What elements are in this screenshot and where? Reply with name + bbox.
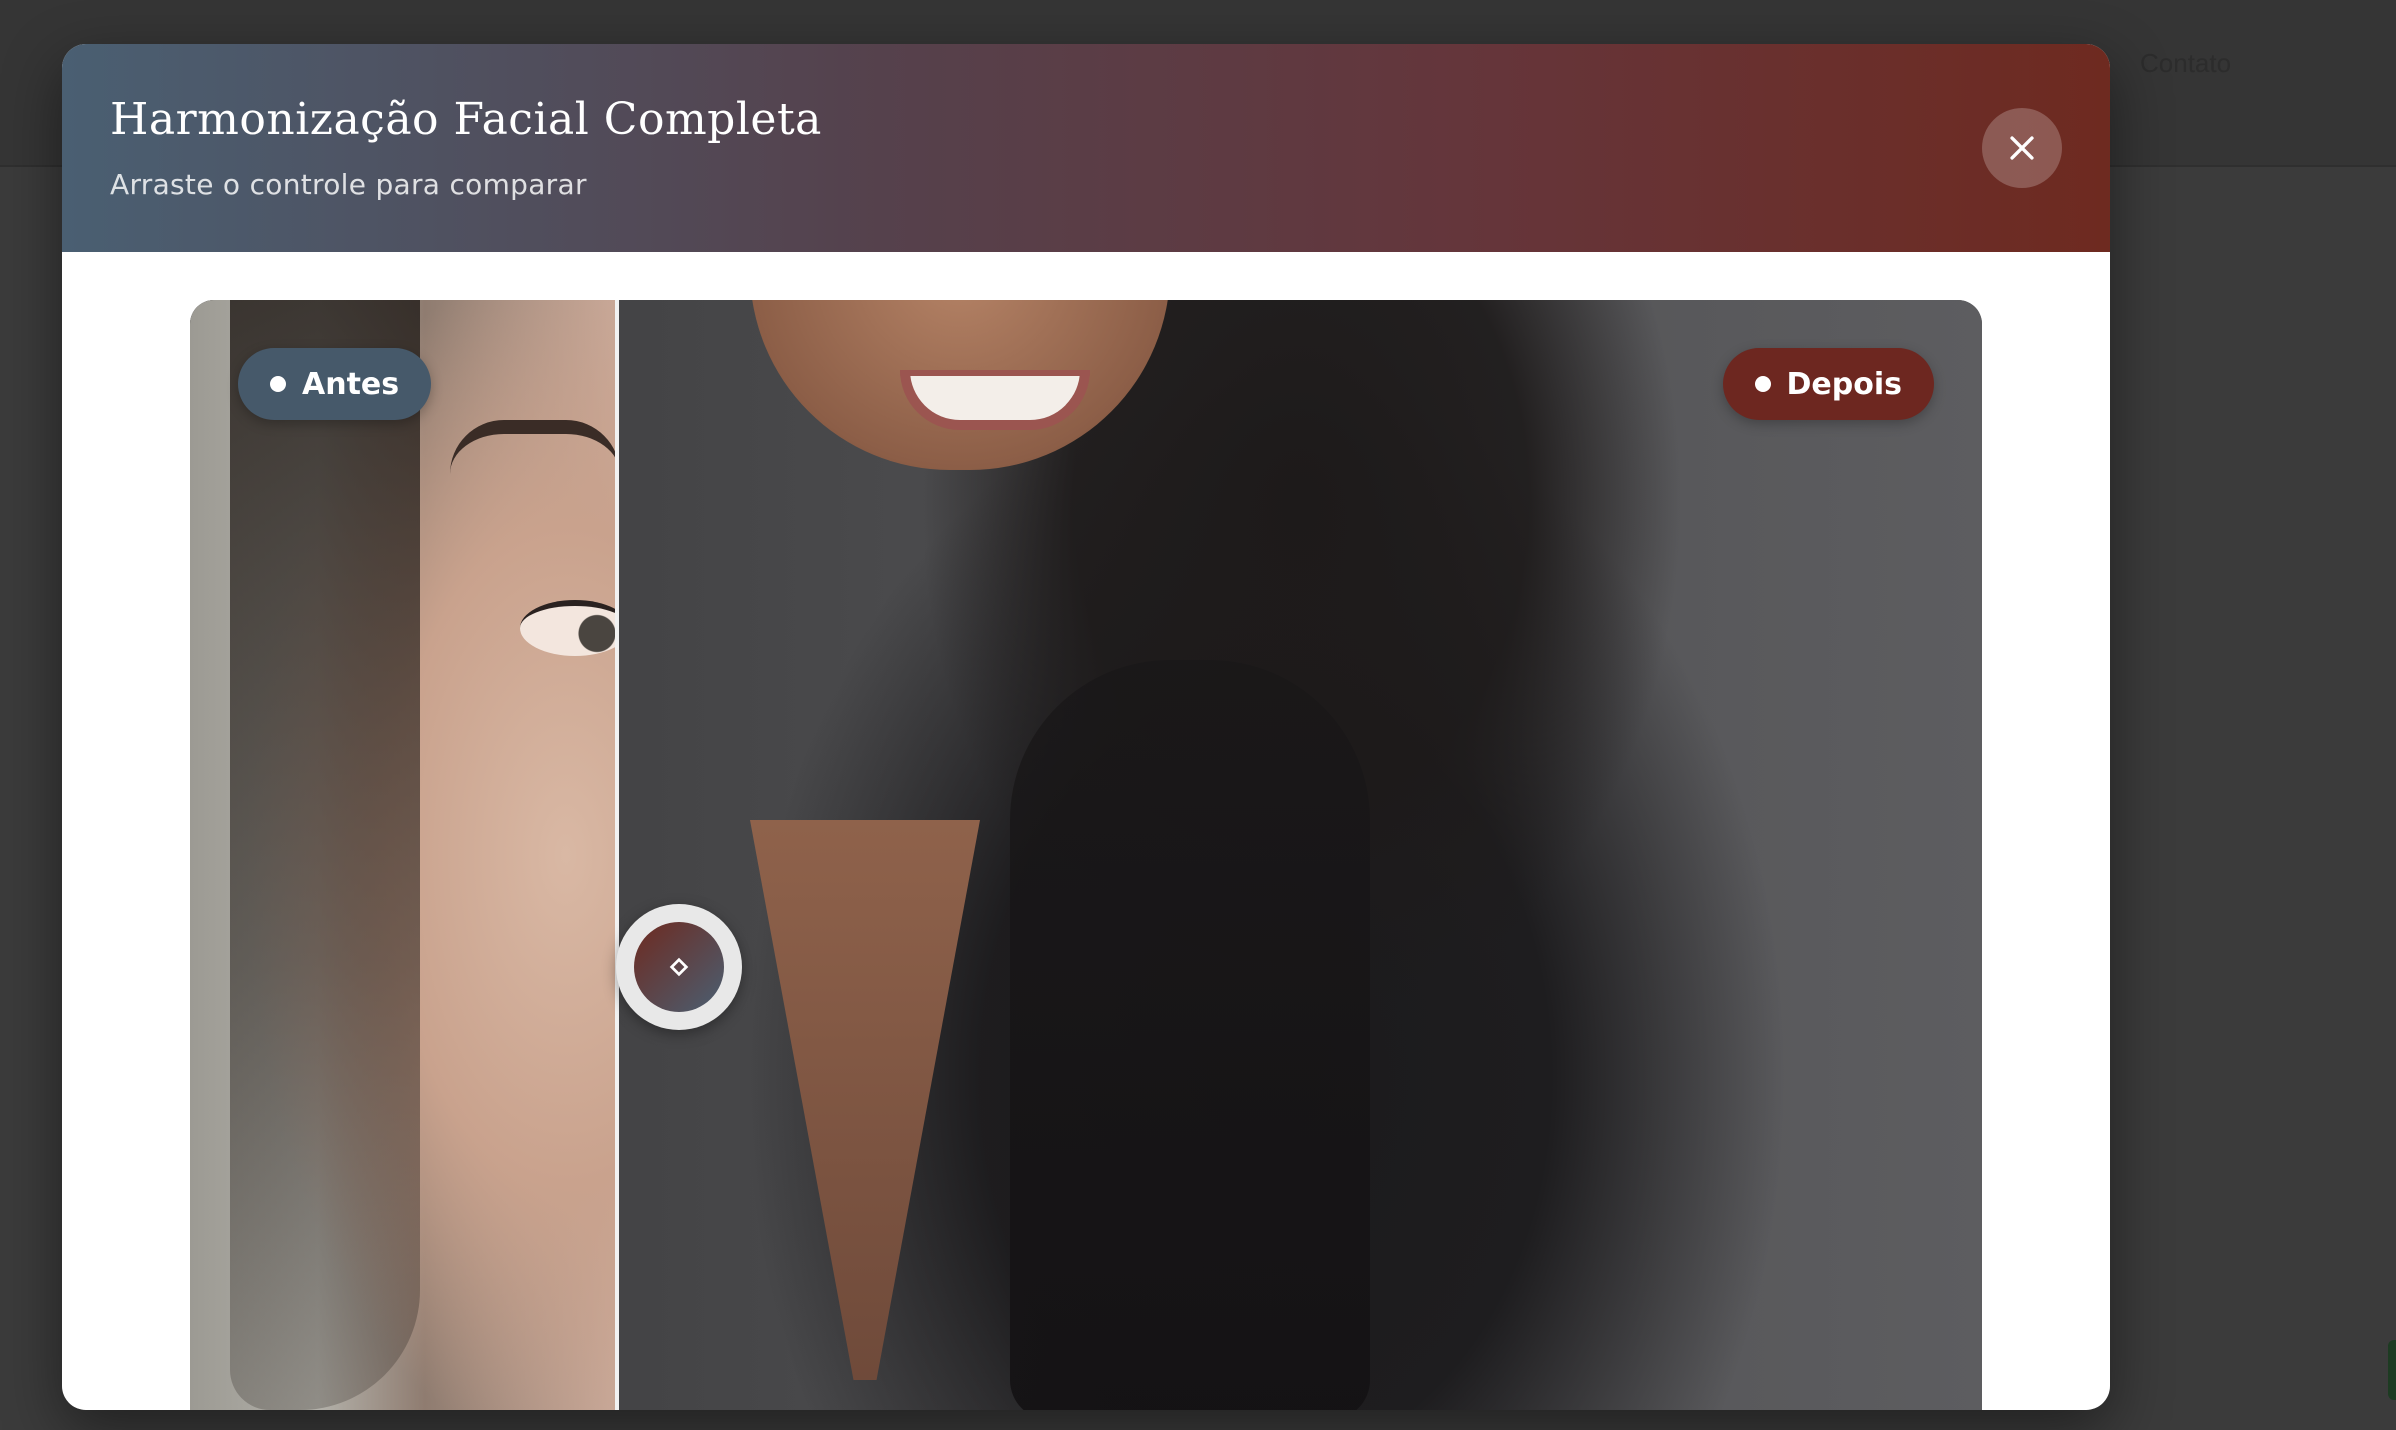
before-badge: Antes xyxy=(238,348,432,420)
before-eyebrow xyxy=(450,420,617,474)
diamond-icon xyxy=(669,957,689,977)
comparison-modal: Harmonização Facial Completa Arraste o c… xyxy=(62,44,2110,1410)
before-badge-label: Antes xyxy=(302,366,400,402)
before-eye xyxy=(520,600,617,656)
nav-link-contact: Contato xyxy=(2140,48,2232,78)
close-button[interactable] xyxy=(1982,108,2062,188)
after-sleeve xyxy=(1010,660,1370,1410)
slider-handle-core xyxy=(634,922,724,1012)
after-badge-label: Depois xyxy=(1786,366,1902,402)
modal-header: Harmonização Facial Completa Arraste o c… xyxy=(62,44,2110,252)
comparison-divider[interactable] xyxy=(615,300,619,1410)
after-badge: Depois xyxy=(1722,348,1934,420)
dot-icon xyxy=(270,376,286,392)
modal-subtitle: Arraste o controle para comparar xyxy=(110,168,587,201)
dot-icon xyxy=(1754,376,1771,392)
before-after-comparison[interactable]: Antes Depois xyxy=(190,300,1982,1410)
whatsapp-float-edge xyxy=(2388,1340,2396,1400)
before-image xyxy=(190,300,617,1410)
comparison-slider-handle[interactable] xyxy=(616,904,742,1030)
before-hair xyxy=(230,300,420,1410)
modal-title: Harmonização Facial Completa xyxy=(110,94,822,145)
after-smile xyxy=(900,370,1090,430)
after-neckline xyxy=(750,820,980,1380)
close-icon xyxy=(2010,136,2034,160)
before-image-clip xyxy=(190,300,617,1410)
